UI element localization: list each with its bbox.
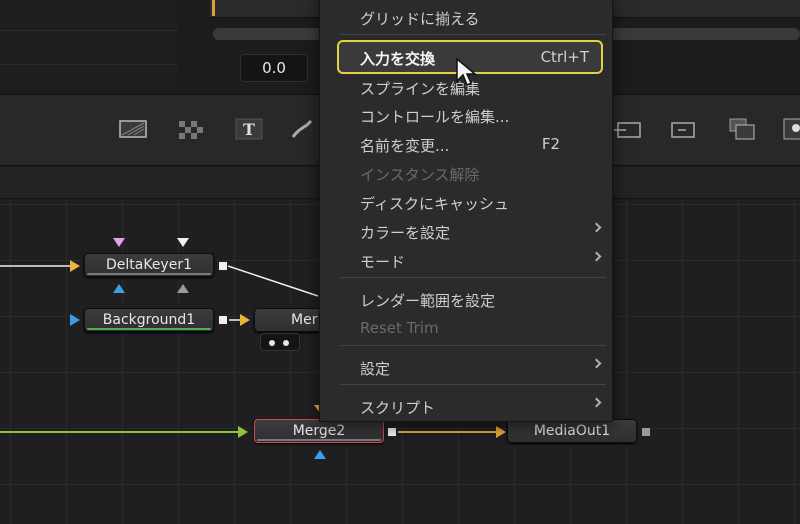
chevron-right-icon (591, 358, 602, 369)
menu-item-label: Reset Trim (360, 319, 439, 337)
dot (283, 340, 289, 346)
menu-separator (340, 34, 606, 35)
menu-item-mode[interactable]: モード (320, 246, 612, 274)
menu-item-label: 名前を変更... (360, 137, 450, 155)
menu-separator (340, 277, 606, 278)
menu-item-label: 設定 (360, 360, 391, 378)
menu-item-deinstance: インスタンス解除 (320, 159, 612, 187)
menu-item-rename[interactable]: 名前を変更... F2 (320, 130, 612, 158)
node-options-badge[interactable] (260, 333, 300, 351)
menu-item-align-grid[interactable]: グリッドに揃える (320, 3, 612, 31)
menu-item-shortcut: F2 (541, 135, 560, 153)
node-label: MediaOut1 (533, 423, 611, 439)
menu-item-label: グリッドに揃える (360, 10, 480, 28)
node-label: Background1 (102, 312, 196, 328)
menu-item-cache-to-disk[interactable]: ディスクにキャッシュ (320, 188, 612, 216)
menu-item-label: インスタンス解除 (360, 166, 480, 184)
node-background[interactable]: Background1 (84, 308, 214, 332)
mouse-cursor-icon (456, 57, 477, 87)
menu-item-shortcut: Ctrl+T (540, 48, 589, 66)
node-mediaout[interactable]: MediaOut1 (507, 419, 637, 443)
dot (269, 340, 275, 346)
node-merge1[interactable]: Mer (254, 308, 324, 332)
menu-item-label: コントロールを編集... (360, 108, 510, 126)
menu-item-label: カラーを設定 (360, 224, 451, 242)
menu-item-label: モード (360, 253, 406, 271)
output-port[interactable] (387, 427, 397, 437)
node-label: DeltaKeyer1 (105, 257, 192, 273)
menu-separator (340, 345, 606, 346)
output-port[interactable] (641, 427, 651, 437)
menu-item-script[interactable]: スクリプト (320, 392, 612, 420)
menu-item-label: ディスクにキャッシュ (360, 195, 509, 213)
menu-item-label: 入力を交換 (360, 50, 436, 68)
menu-separator (340, 384, 606, 385)
output-port[interactable] (218, 261, 228, 271)
menu-item-set-render-range[interactable]: レンダー範囲を設定 (320, 285, 612, 313)
node-deltakeyer[interactable]: DeltaKeyer1 (84, 253, 214, 277)
menu-item-reset-trim: Reset Trim (320, 314, 612, 342)
node-label: Mer (291, 312, 318, 328)
output-port[interactable] (218, 315, 228, 325)
menu-item-edit-controls[interactable]: コントロールを編集... (320, 101, 612, 129)
menu-item-label: レンダー範囲を設定 (360, 292, 496, 310)
chevron-right-icon (591, 397, 602, 408)
node-merge2[interactable]: Merge2 (254, 419, 384, 443)
chevron-right-icon (591, 222, 602, 233)
menu-item-label: スクリプト (360, 399, 436, 417)
chevron-right-icon (591, 251, 602, 262)
menu-item-settings[interactable]: 設定 (320, 353, 612, 381)
node-label: Merge2 (292, 423, 346, 439)
menu-item-set-color[interactable]: カラーを設定 (320, 217, 612, 245)
